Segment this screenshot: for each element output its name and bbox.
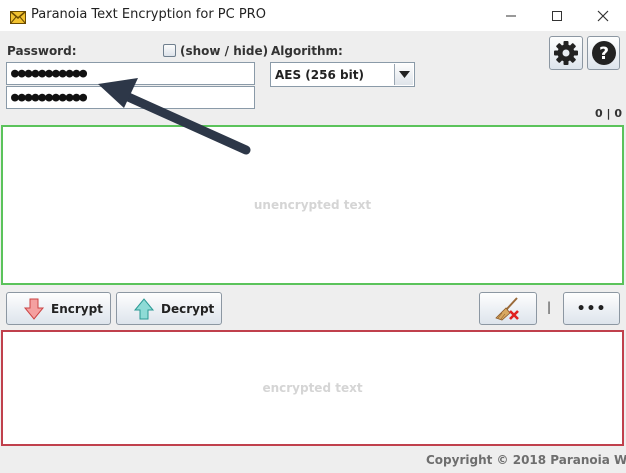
- clear-button[interactable]: [479, 292, 537, 325]
- ciphertext-placeholder: encrypted text: [262, 381, 363, 395]
- algorithm-select[interactable]: AES (256 bit): [270, 62, 415, 87]
- help-button[interactable]: ?: [587, 36, 620, 70]
- decrypt-button[interactable]: Decrypt: [116, 292, 222, 325]
- encrypt-label: Encrypt: [51, 301, 103, 316]
- minimize-icon: [506, 15, 516, 16]
- plaintext-placeholder: unencrypted text: [253, 198, 372, 212]
- app-envelope-icon: [10, 9, 26, 24]
- maximize-icon: [552, 10, 562, 21]
- arrow-up-icon: [133, 297, 155, 319]
- char-counter: 0 | 0: [595, 107, 622, 120]
- close-icon: [597, 10, 609, 21]
- password-field[interactable]: [6, 62, 255, 85]
- settings-button[interactable]: [549, 36, 583, 70]
- help-icon: ?: [591, 41, 616, 65]
- more-options-button[interactable]: •••: [563, 292, 620, 325]
- maximize-button[interactable]: [534, 0, 580, 31]
- broom-clear-icon: [495, 296, 519, 320]
- decrypt-label: Decrypt: [161, 301, 215, 316]
- password-label: Password:: [7, 44, 77, 58]
- show-hide-label[interactable]: (show / hide): [180, 44, 268, 58]
- ciphertext-area[interactable]: encrypted text: [1, 330, 624, 446]
- password-confirm-field[interactable]: [6, 86, 255, 109]
- plaintext-area[interactable]: unencrypted text: [1, 125, 624, 285]
- more-options-label: •••: [576, 300, 607, 317]
- svg-text:?: ?: [599, 44, 609, 64]
- gear-icon: [554, 41, 578, 65]
- show-hide-checkbox[interactable]: [163, 44, 176, 57]
- algorithm-selected-value: AES (256 bit): [275, 67, 364, 82]
- copyright-footer: Copyright © 2018 Paranoia Works: [426, 453, 626, 467]
- algorithm-dropdown-button[interactable]: [394, 64, 413, 85]
- window-title: Paranoia Text Encryption for PC PRO: [31, 7, 266, 22]
- chevron-down-icon: [398, 71, 410, 78]
- minimize-button[interactable]: [488, 0, 534, 31]
- algorithm-label: Algorithm:: [271, 44, 343, 58]
- encrypt-button[interactable]: Encrypt: [6, 292, 111, 325]
- arrow-down-icon: [23, 298, 45, 320]
- close-button[interactable]: [580, 0, 626, 31]
- toolbar-separator: |: [547, 300, 552, 314]
